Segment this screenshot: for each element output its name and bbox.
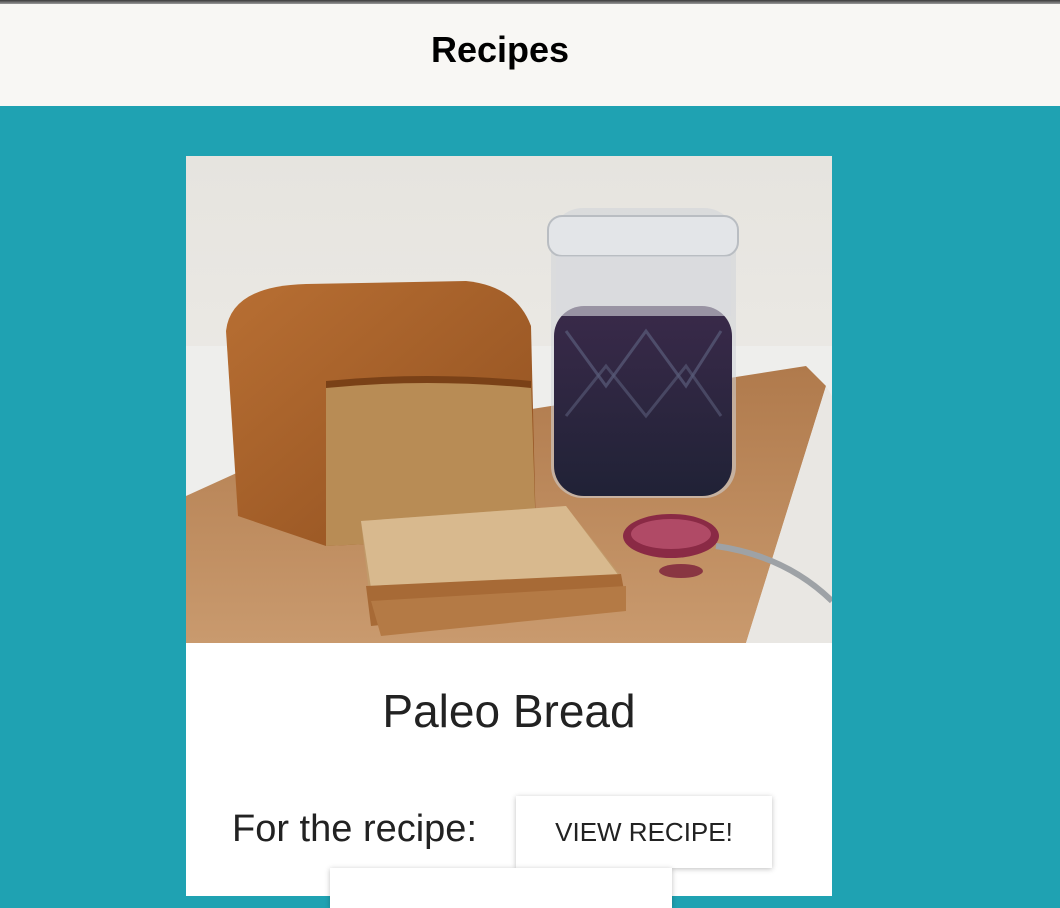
- bread-jam-image: [186, 156, 832, 643]
- secondary-button[interactable]: [330, 868, 672, 908]
- app-header: Recipes: [0, 4, 1060, 106]
- page-title: Recipes: [430, 29, 570, 70]
- recipe-title: Paleo Bread: [382, 685, 636, 737]
- recipe-label: For the recipe:: [232, 808, 477, 850]
- recipe-photo: [186, 156, 832, 643]
- view-recipe-button[interactable]: VIEW RECIPE!: [516, 796, 772, 868]
- recipe-card: Paleo Bread For the recipe: VIEW RECIPE!: [186, 156, 832, 908]
